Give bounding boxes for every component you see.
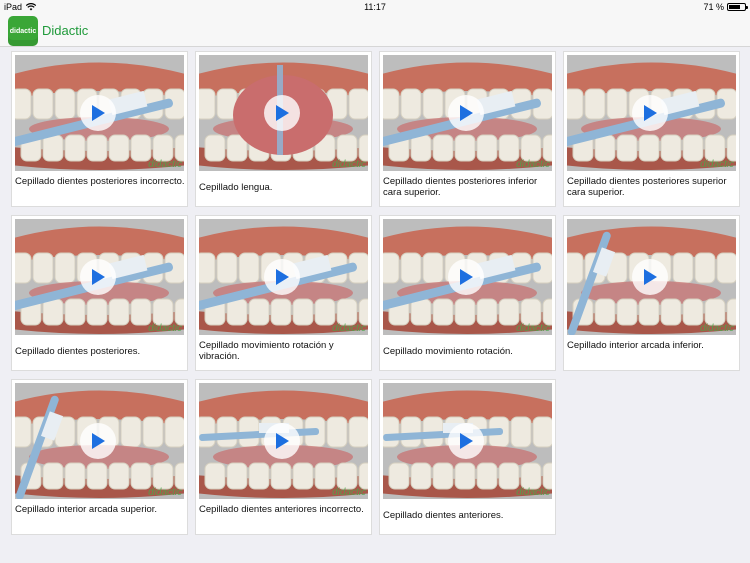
play-button[interactable] [632,95,668,131]
play-icon [92,433,105,449]
play-icon [276,433,289,449]
video-card[interactable]: didactic Cepillado dientes posteriores s… [563,51,740,207]
didactic-watermark: didactic [332,159,366,170]
video-thumbnail[interactable]: didactic [383,55,552,171]
play-icon [460,269,473,285]
video-thumbnail[interactable]: didactic [567,219,736,335]
video-caption: Cepillado dientes anteriores. [383,510,504,521]
video-thumbnail[interactable]: didactic [383,219,552,335]
didactic-watermark: didactic [700,159,734,170]
video-card[interactable]: didactic Cepillado movimiento rotación y… [195,215,372,371]
video-card[interactable]: didactic Cepillado interior arcada super… [11,379,188,535]
didactic-watermark: didactic [700,323,734,334]
video-caption: Cepillado interior arcada inferior. [567,340,704,351]
play-button[interactable] [80,259,116,295]
play-icon [460,105,473,121]
video-thumbnail[interactable]: didactic [199,219,368,335]
video-card[interactable]: didactic Cepillado movimiento rotación. [379,215,556,371]
play-button[interactable] [264,259,300,295]
video-caption: Cepillado movimiento rotación y vibració… [199,340,334,362]
video-caption: Cepillado dientes posteriores. [15,346,141,357]
didactic-watermark: didactic [148,487,182,498]
status-bar: iPad 11:17 71 % [0,0,750,15]
play-button[interactable] [264,95,300,131]
play-button[interactable] [448,259,484,295]
video-thumbnail[interactable]: didactic [15,219,184,335]
video-caption: Cepillado dientes anteriores incorrecto. [199,504,364,515]
video-caption: Cepillado interior arcada superior. [15,504,158,515]
video-card[interactable]: didactic Cepillado dientes posteriores. [11,215,188,371]
app-logo[interactable]: didactic [8,16,38,46]
video-caption: Cepillado lengua. [199,182,273,193]
app-title: Didactic [42,23,89,38]
play-icon [460,433,473,449]
play-button[interactable] [264,423,300,459]
didactic-watermark: didactic [148,159,182,170]
play-button[interactable] [448,95,484,131]
play-icon [92,269,105,285]
video-thumbnail[interactable]: didactic [15,383,184,499]
navigation-bar: didactic Didactic [0,15,750,47]
video-card[interactable]: didactic Cepillado lengua. [195,51,372,207]
play-icon [92,105,105,121]
play-button[interactable] [632,259,668,295]
clock: 11:17 [364,2,386,12]
video-card[interactable]: didactic Cepillado dientes anteriores. [379,379,556,535]
didactic-watermark: didactic [516,487,550,498]
video-caption: Cepillado movimiento rotación. [383,346,513,357]
video-thumbnail[interactable]: didactic [567,55,736,171]
video-thumbnail[interactable]: didactic [15,55,184,171]
didactic-watermark: didactic [332,323,366,334]
video-caption: Cepillado dientes posteriores superior c… [567,176,727,198]
play-button[interactable] [80,423,116,459]
video-card[interactable]: didactic Cepillado dientes posteriores i… [11,51,188,207]
video-caption: Cepillado dientes posteriores inferior c… [383,176,538,198]
play-button[interactable] [80,95,116,131]
video-thumbnail[interactable]: didactic [199,55,368,171]
video-caption: Cepillado dientes posteriores incorrecto… [15,176,185,187]
play-icon [644,105,657,121]
video-card[interactable]: didactic Cepillado dientes posteriores i… [379,51,556,207]
play-icon [276,269,289,285]
battery-percent: 71 % [703,2,724,12]
play-icon [276,105,289,121]
battery-icon [727,3,748,11]
video-thumbnail[interactable]: didactic [383,383,552,499]
video-thumbnail[interactable]: didactic [199,383,368,499]
video-card[interactable]: didactic Cepillado interior arcada infer… [563,215,740,371]
play-button[interactable] [448,423,484,459]
didactic-watermark: didactic [148,323,182,334]
didactic-watermark: didactic [516,323,550,334]
didactic-watermark: didactic [332,487,366,498]
video-card[interactable]: didactic Cepillado dientes anteriores in… [195,379,372,535]
play-icon [644,269,657,285]
didactic-watermark: didactic [516,159,550,170]
